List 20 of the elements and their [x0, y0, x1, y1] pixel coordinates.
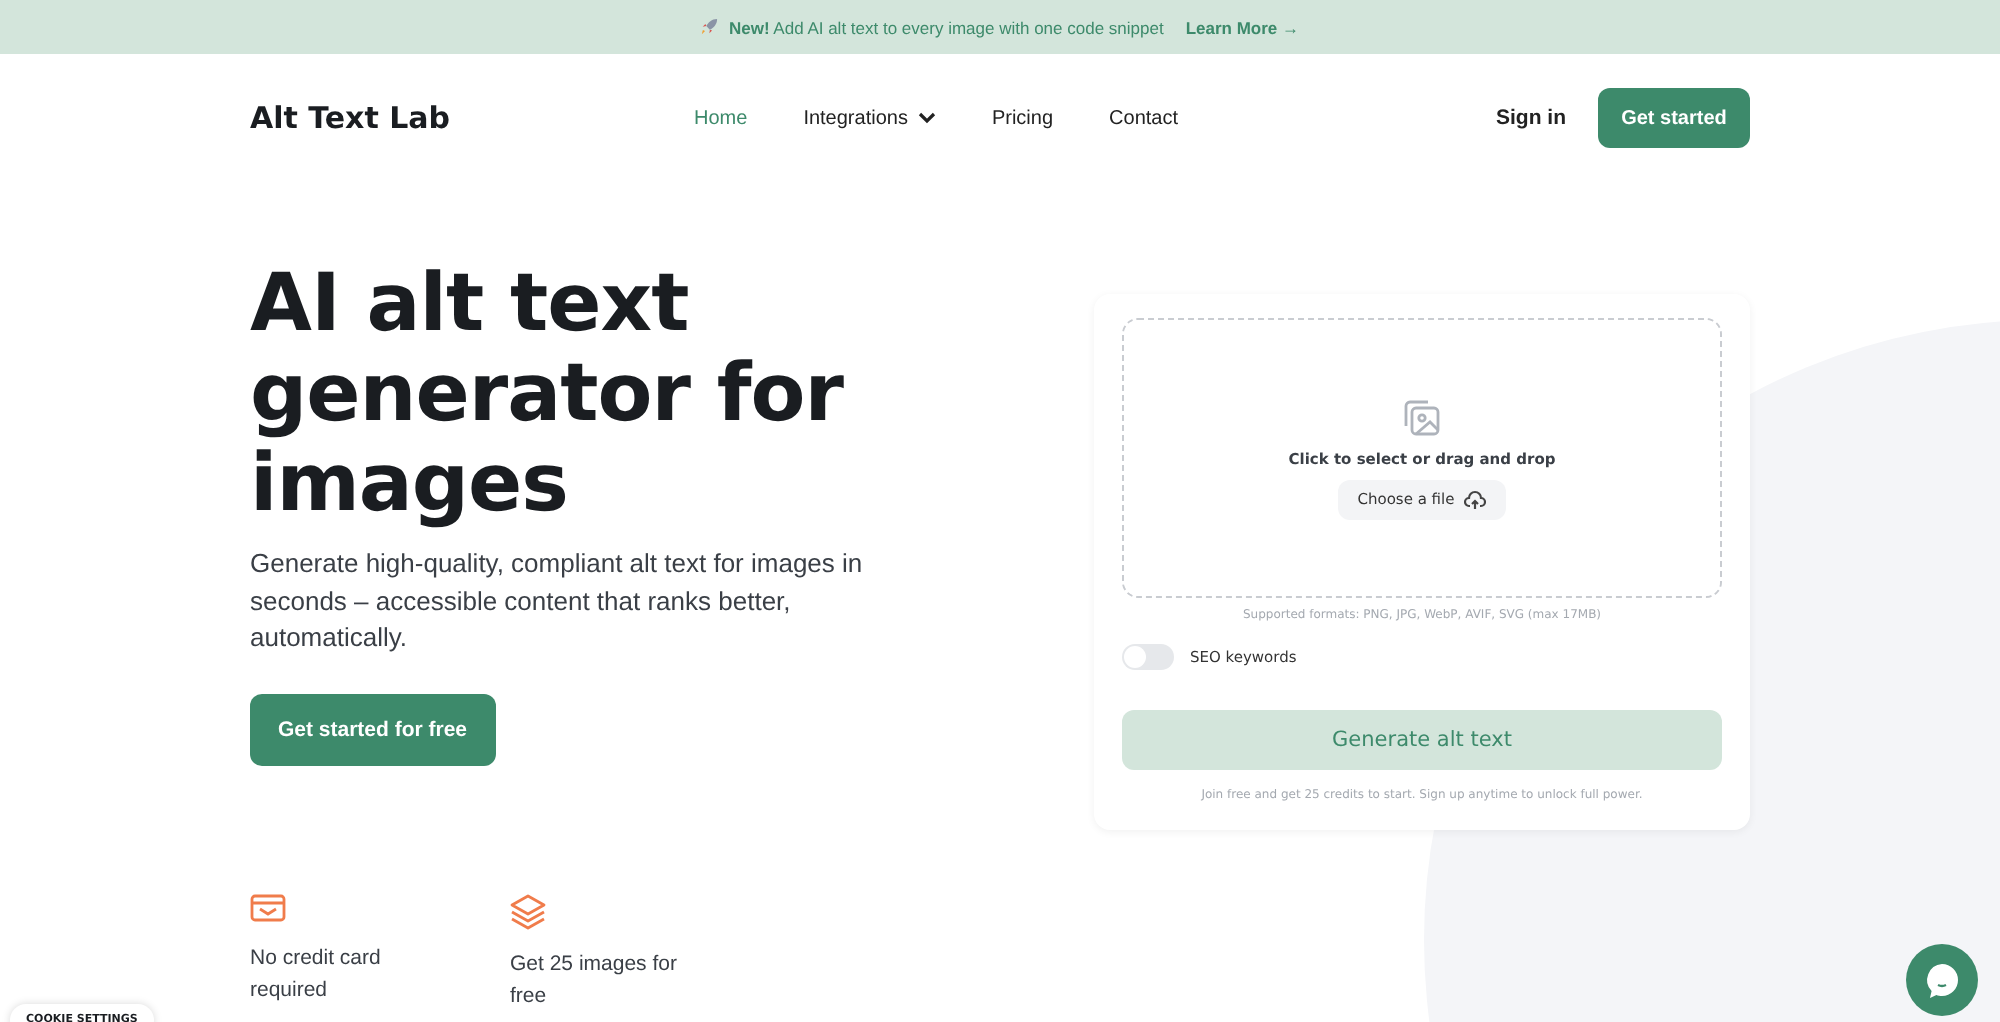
hero-title: AI alt text generator for images — [250, 260, 846, 530]
logo[interactable]: Alt Text Lab — [250, 100, 694, 136]
nav-link[interactable]: Contact — [1109, 107, 1178, 129]
chat-bubble-icon — [1922, 960, 1962, 1000]
card-icon — [250, 893, 286, 923]
hero-subtitle: Generate high-quality, compliant alt text for images in seconds – accessible content that ranks better, automatically. — [250, 546, 865, 656]
announcement-text: New! Add AI alt text to every image with one code snippet — [728, 17, 1164, 37]
feature-text: Get 25 images for free — [510, 949, 679, 1011]
layers-icon — [510, 893, 546, 929]
cloud-upload-icon — [1464, 489, 1487, 509]
sign-in-link[interactable]: Sign in — [1496, 106, 1566, 130]
rocket-icon — [700, 18, 719, 36]
nav-link[interactable]: Integrations — [803, 107, 936, 129]
get-started-free-button[interactable]: Get started for free — [250, 693, 496, 765]
nav-link[interactable]: Pricing — [991, 107, 1054, 129]
image-icon — [1402, 397, 1442, 437]
feature-text: No credit card required — [250, 943, 383, 1005]
seo-toggle[interactable] — [1122, 644, 1174, 670]
nav-link[interactable]: Home — [694, 107, 748, 129]
get-started-button[interactable]: Get started — [1598, 88, 1750, 148]
